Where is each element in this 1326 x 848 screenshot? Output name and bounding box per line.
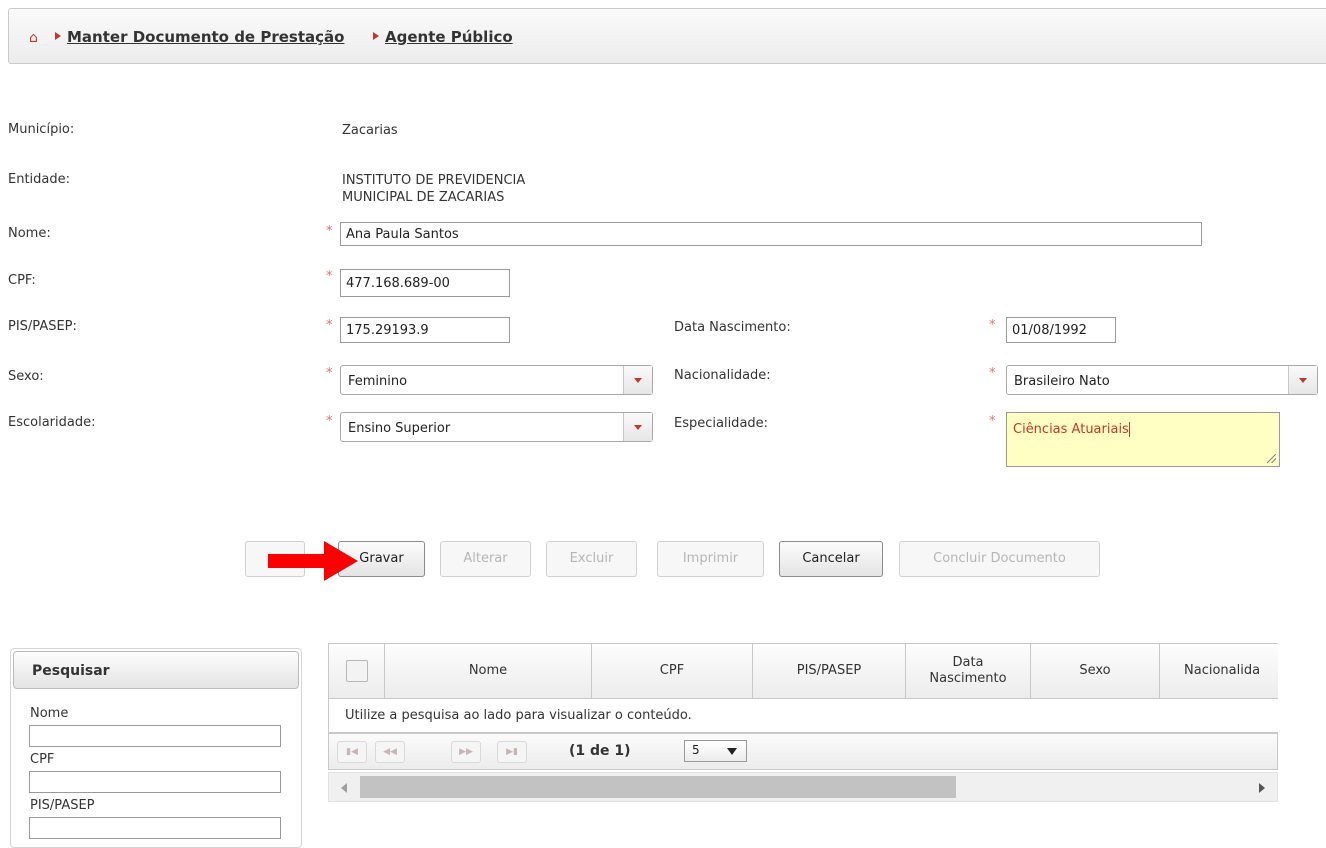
required-marker: *: [989, 318, 996, 333]
required-marker: *: [326, 224, 333, 239]
nome-input[interactable]: Ana Paula Santos: [340, 222, 1202, 246]
page-report: (1 de 1): [569, 743, 631, 759]
select-all-header: [328, 643, 385, 699]
especialidade-label: Especialidade:: [674, 416, 769, 431]
data-nascimento-label: Data Nascimento:: [674, 320, 791, 335]
search-pis-pasep-input[interactable]: [29, 817, 281, 839]
search-panel-title[interactable]: Pesquisar: [13, 651, 299, 689]
nome-label: Nome:: [8, 226, 51, 241]
column-header-pis-pasep[interactable]: PIS/PASEP: [753, 643, 906, 699]
entidade-value-line1: INSTITUTO DE PREVIDENCIA: [342, 173, 526, 188]
red-arrow-annotation: [268, 541, 358, 581]
breadcrumb-separator-icon: [373, 32, 379, 40]
cpf-label: CPF:: [8, 273, 36, 288]
municipio-value: Zacarias: [342, 123, 398, 138]
nacionalidade-selected-value: Brasileiro Nato: [1014, 374, 1110, 389]
cpf-input[interactable]: 477.168.689-00: [340, 269, 510, 297]
required-marker: *: [326, 414, 333, 429]
entidade-label: Entidade:: [8, 172, 71, 187]
nacionalidade-dropdown-button[interactable]: [1288, 366, 1317, 394]
chevron-down-icon: [727, 748, 737, 755]
rows-per-page-select[interactable]: 5: [684, 740, 747, 762]
required-marker: *: [326, 366, 333, 381]
chevron-down-icon: [1299, 378, 1307, 383]
especialidade-text: Ciências Atuariais: [1013, 422, 1129, 437]
nacionalidade-label: Nacionalidade:: [674, 368, 771, 383]
scroll-left-icon[interactable]: [341, 783, 347, 793]
column-header-sexo[interactable]: Sexo: [1031, 643, 1160, 699]
breadcrumb-separator-icon: [55, 32, 61, 40]
search-nome-label: Nome: [30, 706, 69, 721]
chevron-down-icon: [634, 378, 642, 383]
alterar-button[interactable]: Alterar: [440, 541, 531, 577]
resize-grip-icon[interactable]: [1267, 454, 1276, 463]
municipio-label: Município:: [8, 122, 75, 137]
escolaridade-label: Escolaridade:: [8, 415, 96, 430]
scroll-right-icon[interactable]: [1259, 783, 1265, 793]
column-header-data-nascimento[interactable]: Data Nascimento: [906, 643, 1031, 699]
search-cpf-input[interactable]: [29, 771, 281, 793]
excluir-button[interactable]: Excluir: [546, 541, 637, 577]
paginator: ▮◀ ◀◀ ▶▶ ▶▮ (1 de 1) 5: [328, 733, 1278, 770]
cancelar-button[interactable]: Cancelar: [779, 541, 883, 577]
text-cursor: [1128, 422, 1130, 437]
chevron-down-icon: [634, 425, 642, 430]
breadcrumb-link-documento[interactable]: Manter Documento de Prestação: [67, 28, 344, 46]
rows-per-page-value: 5: [692, 743, 700, 757]
required-marker: *: [326, 318, 333, 333]
sexo-selected-value: Feminino: [348, 374, 408, 389]
table-empty-message: Utilize a pesquisa ao lado para visualiz…: [328, 699, 1278, 733]
sexo-select[interactable]: Feminino: [340, 365, 653, 395]
required-marker: *: [989, 366, 996, 381]
breadcrumb-link-agente[interactable]: Agente Público: [385, 28, 513, 46]
especialidade-textarea[interactable]: Ciências Atuariais: [1006, 412, 1280, 467]
escolaridade-selected-value: Ensino Superior: [348, 421, 451, 436]
required-marker: *: [326, 269, 333, 284]
column-header-cpf[interactable]: CPF: [592, 643, 753, 699]
data-nascimento-input[interactable]: 01/08/1992: [1006, 317, 1116, 343]
previous-page-button[interactable]: ◀◀: [375, 741, 405, 763]
required-marker: *: [989, 414, 996, 429]
imprimir-button[interactable]: Imprimir: [657, 541, 764, 577]
concluir-documento-button[interactable]: Concluir Documento: [899, 541, 1100, 577]
escolaridade-dropdown-button[interactable]: [623, 413, 652, 441]
search-cpf-label: CPF: [30, 752, 55, 767]
scrollbar-thumb[interactable]: [360, 776, 956, 798]
column-header-nacionalidade[interactable]: Nacionalida: [1160, 643, 1278, 699]
first-page-button[interactable]: ▮◀: [337, 741, 367, 763]
search-nome-input[interactable]: [29, 725, 281, 747]
column-header-nome[interactable]: Nome: [385, 643, 592, 699]
pis-pasep-label: PIS/PASEP:: [8, 319, 77, 334]
home-icon[interactable]: ⌂: [29, 30, 38, 46]
next-page-button[interactable]: ▶▶: [451, 741, 481, 763]
nacionalidade-select[interactable]: Brasileiro Nato: [1006, 365, 1318, 395]
breadcrumb: ⌂ Manter Documento de Prestação Agente P…: [8, 8, 1326, 64]
pis-pasep-input[interactable]: 175.29193.9: [340, 317, 510, 343]
last-page-button[interactable]: ▶▮: [497, 741, 527, 763]
search-pis-pasep-label: PIS/PASEP: [30, 798, 95, 813]
escolaridade-select[interactable]: Ensino Superior: [340, 412, 653, 442]
sexo-label: Sexo:: [8, 369, 44, 384]
entidade-value-line2: MUNICIPAL DE ZACARIAS: [342, 190, 505, 205]
select-all-checkbox[interactable]: [345, 660, 368, 682]
horizontal-scrollbar[interactable]: [328, 772, 1278, 802]
sexo-dropdown-button[interactable]: [623, 366, 652, 394]
